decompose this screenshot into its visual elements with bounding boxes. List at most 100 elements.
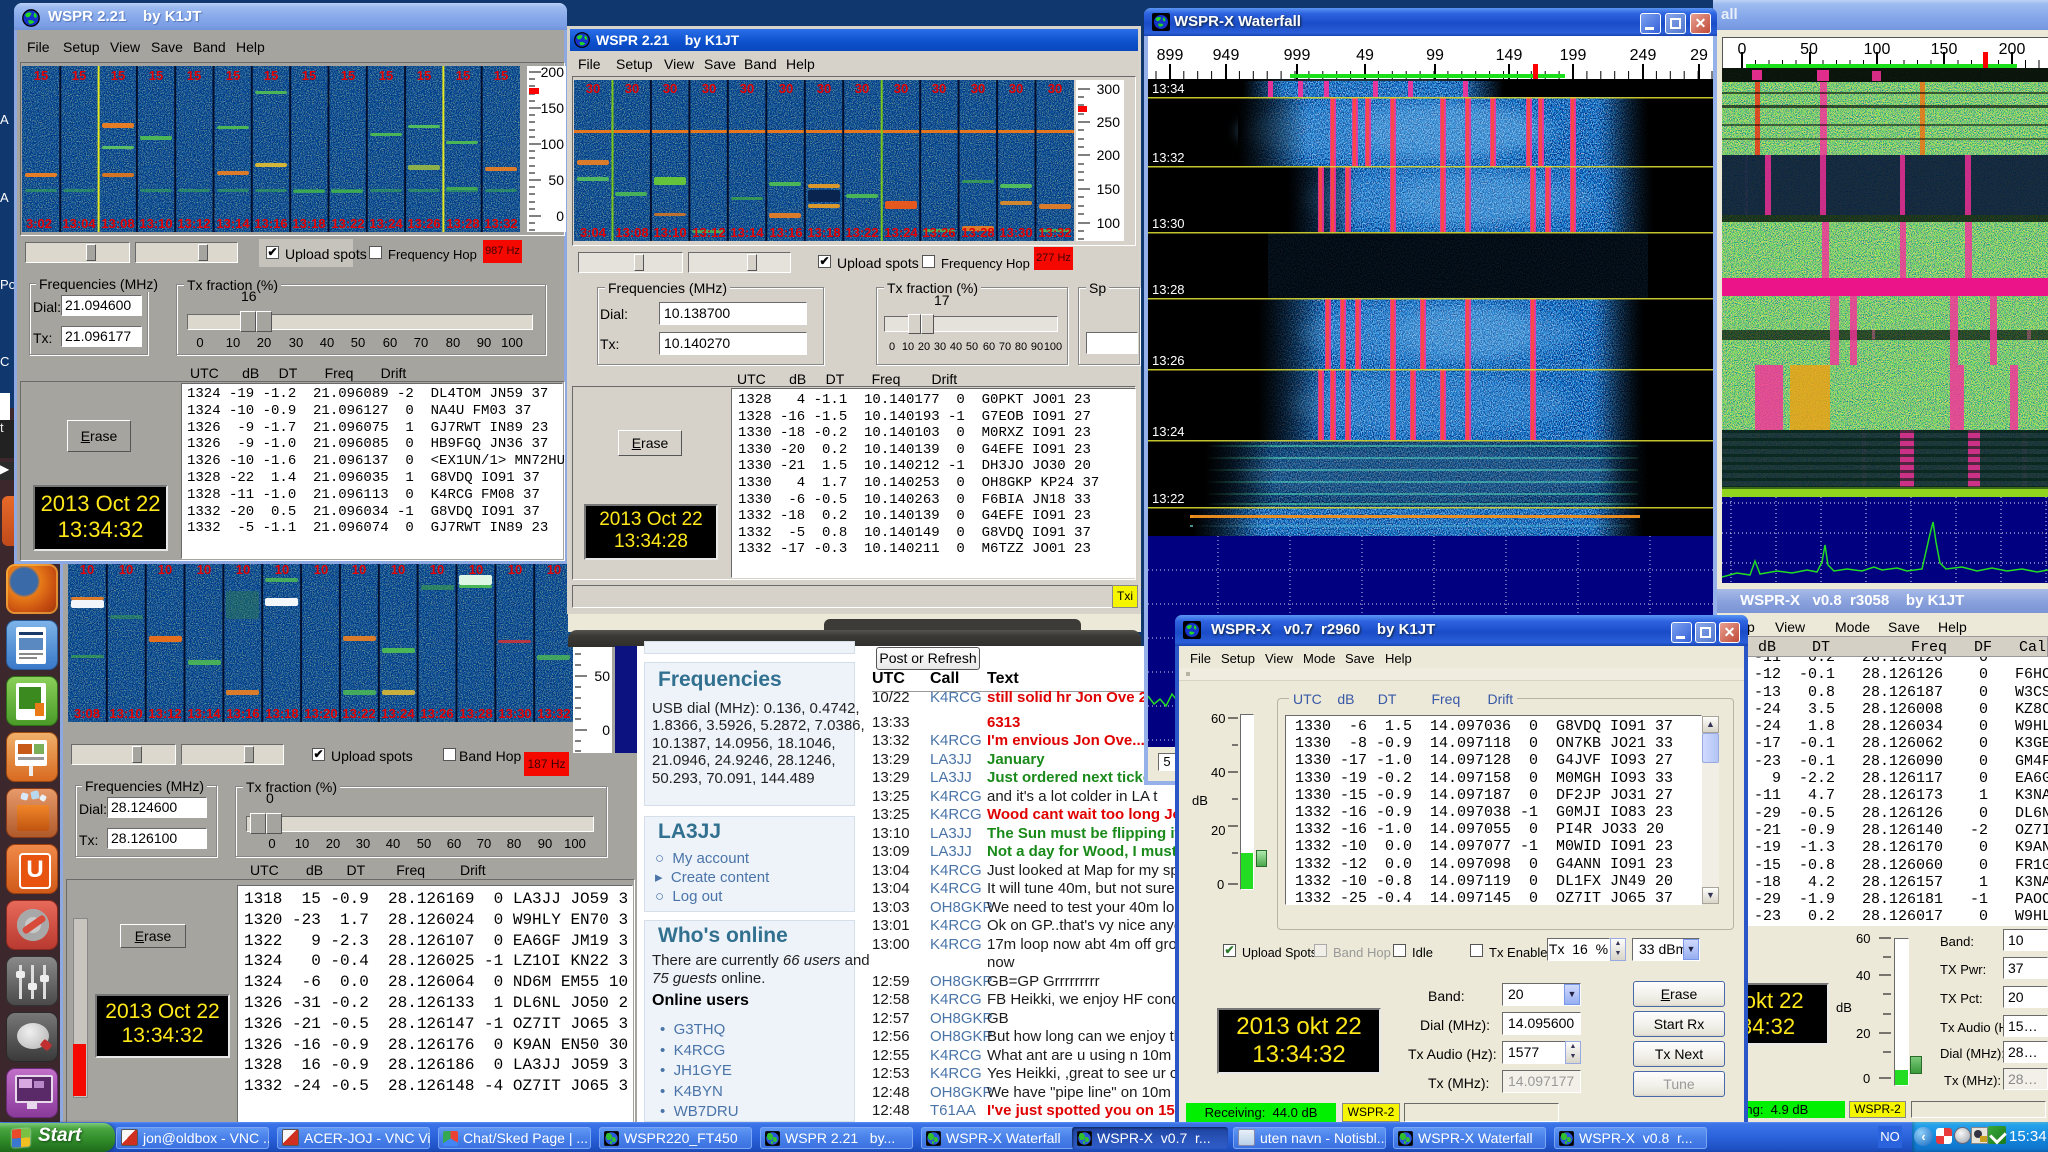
svg-text:199: 199 (1560, 47, 1587, 64)
svg-text:13:32: 13:32 (1152, 150, 1185, 165)
svg-text:15: 15 (456, 68, 470, 83)
svg-text:13:12: 13:12 (177, 216, 210, 231)
svg-text:13:30: 13:30 (498, 706, 531, 721)
svg-text:15: 15 (187, 68, 201, 83)
svg-text:30: 30 (740, 81, 754, 96)
svg-text:100: 100 (541, 136, 565, 152)
svg-text:10: 10 (119, 562, 133, 577)
svg-text:13:10: 13:10 (139, 216, 172, 231)
svg-text:200: 200 (541, 66, 565, 80)
svg-text:10: 10 (352, 562, 366, 577)
svg-text:13:26: 13:26 (407, 216, 440, 231)
svg-text:15: 15 (111, 68, 125, 83)
svg-text:13:24: 13:24 (369, 216, 403, 231)
svg-text:949: 949 (1213, 47, 1240, 64)
svg-text:10: 10 (469, 562, 483, 577)
svg-text:15: 15 (264, 68, 278, 83)
svg-text:30: 30 (855, 81, 869, 96)
svg-text:10: 10 (508, 562, 522, 577)
svg-text:13:28: 13:28 (1152, 282, 1185, 297)
svg-text:50: 50 (594, 668, 610, 684)
svg-text:15: 15 (379, 68, 393, 83)
svg-text:10: 10 (430, 562, 444, 577)
svg-text:3:04: 3:04 (580, 225, 607, 240)
svg-text:13:30: 13:30 (1152, 216, 1185, 231)
svg-text:150: 150 (1097, 181, 1121, 197)
svg-text:30: 30 (1009, 81, 1023, 96)
svg-text:13:26: 13:26 (1152, 353, 1185, 368)
svg-text:15: 15 (149, 68, 163, 83)
svg-text:10: 10 (275, 562, 289, 577)
svg-text:15: 15 (34, 68, 48, 83)
svg-text:13:18: 13:18 (807, 225, 840, 240)
svg-text:30: 30 (932, 81, 946, 96)
svg-text:13:32: 13:32 (1038, 225, 1071, 240)
svg-text:13:04: 13:04 (62, 216, 96, 231)
svg-text:13:34: 13:34 (1152, 81, 1185, 96)
svg-text:15: 15 (417, 68, 431, 83)
svg-text:13:14: 13:14 (216, 216, 250, 231)
svg-text:30: 30 (625, 81, 639, 96)
svg-text:15: 15 (302, 68, 316, 83)
svg-text:10: 10 (314, 562, 328, 577)
svg-text:13:18: 13:18 (265, 706, 298, 721)
svg-text:13:26: 13:26 (420, 706, 453, 721)
svg-text:10: 10 (158, 562, 172, 577)
svg-text:0: 0 (556, 208, 564, 224)
svg-text:13:10: 13:10 (109, 706, 142, 721)
svg-text:13:28: 13:28 (961, 225, 994, 240)
svg-text:13:14: 13:14 (730, 225, 764, 240)
svg-text:13:12: 13:12 (692, 225, 725, 240)
svg-text:13:16: 13:16 (769, 225, 802, 240)
svg-text:200: 200 (1097, 147, 1121, 163)
svg-text:30: 30 (971, 81, 985, 96)
svg-text:13:12: 13:12 (148, 706, 181, 721)
svg-text:10: 10 (236, 562, 250, 577)
svg-text:15: 15 (494, 68, 508, 83)
svg-text:13:30: 13:30 (999, 225, 1032, 240)
svg-text:13:28: 13:28 (459, 706, 492, 721)
svg-text:0: 0 (602, 722, 610, 738)
svg-text:899: 899 (1157, 47, 1184, 64)
svg-text:49: 49 (1356, 47, 1374, 64)
svg-text:10: 10 (197, 562, 211, 577)
svg-text:150: 150 (541, 100, 565, 116)
svg-text:100: 100 (1097, 215, 1121, 231)
svg-text:30: 30 (1048, 81, 1062, 96)
svg-text:50: 50 (548, 172, 564, 188)
svg-text:10: 10 (391, 562, 405, 577)
svg-text:15: 15 (226, 68, 240, 83)
svg-text:250: 250 (1097, 114, 1121, 130)
svg-text:30: 30 (702, 81, 716, 96)
svg-text:15: 15 (341, 68, 355, 83)
svg-text:300: 300 (1097, 81, 1121, 97)
svg-text:13:32: 13:32 (537, 706, 570, 721)
svg-text:3:02: 3:02 (26, 216, 52, 231)
svg-text:13:18: 13:18 (292, 216, 325, 231)
svg-text:13:24: 13:24 (381, 706, 415, 721)
svg-text:13:14: 13:14 (187, 706, 221, 721)
svg-text:10: 10 (547, 562, 561, 577)
svg-text:29: 29 (1690, 47, 1708, 64)
svg-text:249: 249 (1630, 47, 1657, 64)
svg-text:30: 30 (663, 81, 677, 96)
svg-text:30: 30 (817, 81, 831, 96)
svg-text:13:22: 13:22 (342, 706, 375, 721)
svg-text:13:24: 13:24 (884, 225, 918, 240)
svg-text:15: 15 (72, 68, 86, 83)
svg-text:10: 10 (80, 562, 94, 577)
svg-text:13:22: 13:22 (1152, 491, 1185, 506)
svg-text:13:32: 13:32 (484, 216, 517, 231)
svg-text:13:16: 13:16 (254, 216, 287, 231)
svg-text:13:22: 13:22 (845, 225, 878, 240)
svg-text:13:10: 13:10 (653, 225, 686, 240)
svg-text:13:16: 13:16 (226, 706, 259, 721)
svg-text:13:26: 13:26 (922, 225, 955, 240)
svg-text:99: 99 (1426, 47, 1444, 64)
svg-text:30: 30 (586, 81, 600, 96)
svg-text:999: 999 (1284, 47, 1311, 64)
svg-text:13:20: 13:20 (304, 706, 337, 721)
svg-text:13:24: 13:24 (1152, 424, 1185, 439)
svg-text:149: 149 (1496, 47, 1523, 64)
svg-text:13:08: 13:08 (615, 225, 648, 240)
